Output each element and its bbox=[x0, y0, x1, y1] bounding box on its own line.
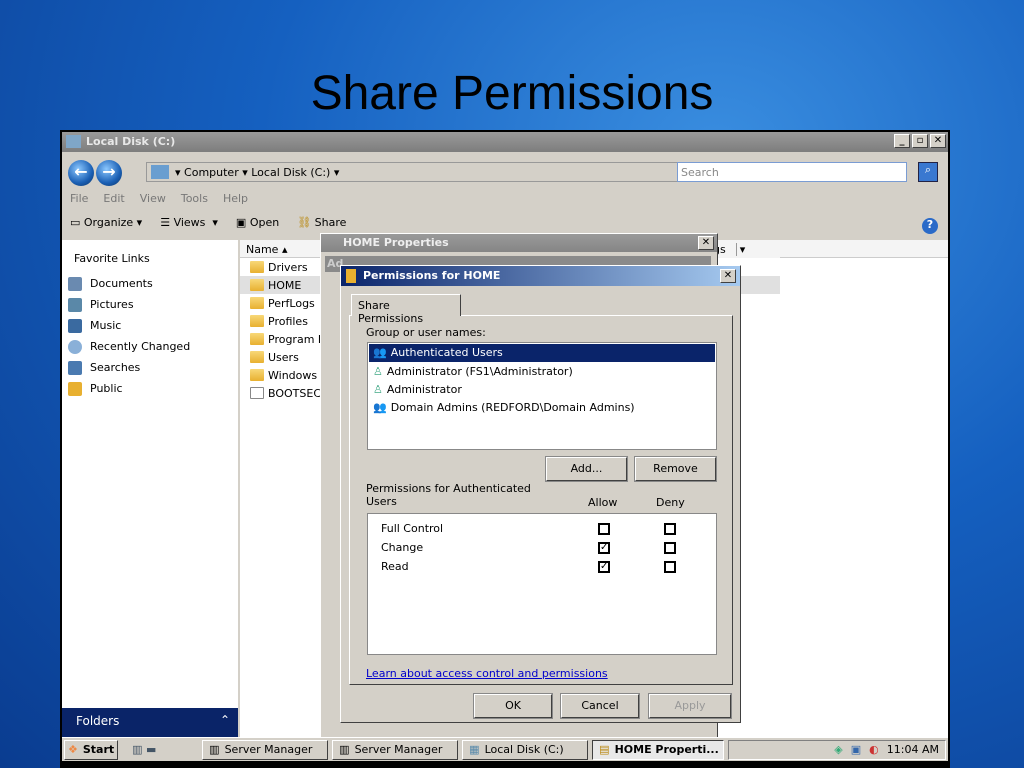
fav-documents[interactable]: Documents bbox=[62, 273, 238, 294]
menu-help[interactable]: Help bbox=[223, 192, 248, 205]
search-input[interactable]: Search bbox=[677, 162, 907, 182]
system-tray: ◈ ▣ ◐ 11:04 AM bbox=[728, 739, 946, 760]
menu-edit[interactable]: Edit bbox=[103, 192, 124, 205]
close-button[interactable]: ✕ bbox=[698, 236, 714, 250]
drive-icon: ▦ bbox=[469, 743, 480, 756]
close-button[interactable]: ✕ bbox=[720, 269, 736, 283]
window-title: Local Disk (C:) bbox=[86, 135, 176, 148]
share-icon: ▤ bbox=[599, 743, 610, 756]
user-item[interactable]: ♙ Administrator bbox=[368, 381, 716, 399]
deny-header: Deny bbox=[656, 496, 685, 509]
quick-launch-icons[interactable]: ▥ ▬ bbox=[122, 743, 172, 756]
chevron-up-icon: ⌃ bbox=[219, 713, 230, 727]
learn-more-link[interactable]: Learn about access control and permissio… bbox=[366, 667, 608, 680]
deny-checkbox[interactable] bbox=[664, 561, 676, 573]
permission-name: Change bbox=[381, 541, 424, 554]
pictures-icon bbox=[68, 297, 82, 312]
folder-icon bbox=[346, 269, 356, 283]
share-button[interactable]: ⛓ Share bbox=[297, 216, 346, 229]
apply-button[interactable]: Apply bbox=[648, 693, 732, 719]
address-bar[interactable]: ▾ Computer ▾ Local Disk (C:) ▾ ▾ bbox=[146, 162, 737, 182]
permissions-dialog: Permissions for HOME ✕ Share Permissions… bbox=[340, 265, 741, 723]
recent-icon bbox=[68, 339, 82, 354]
permission-row: Change ✓ bbox=[368, 539, 716, 557]
taskbar: ❖ Start ▥ ▬ ▥ Server Manager ▥ Server Manag… bbox=[62, 737, 948, 761]
network-icon: ▣ bbox=[850, 743, 862, 756]
home-properties-titlebar[interactable]: HOME Properties bbox=[321, 234, 717, 252]
allow-checkbox[interactable]: ✓ bbox=[598, 561, 610, 573]
user-item[interactable]: 👥 Domain Admins (REDFORD\Domain Admins) bbox=[368, 399, 716, 417]
allow-header: Allow bbox=[588, 496, 618, 509]
tab-share-permissions[interactable]: Share Permissions bbox=[351, 294, 461, 325]
task-server-manager-2[interactable]: ▥ Server Manager bbox=[332, 739, 459, 760]
cancel-button[interactable]: Cancel bbox=[560, 693, 640, 719]
user-icon: ♙ bbox=[373, 383, 383, 396]
drive-icon bbox=[66, 135, 81, 148]
menu-file[interactable]: File bbox=[70, 192, 88, 205]
back-button[interactable]: ← bbox=[68, 160, 94, 186]
explorer-titlebar[interactable]: Local Disk (C:) _ ▫ ✕ bbox=[62, 132, 948, 152]
favorites-header: Favorite Links bbox=[74, 252, 150, 265]
permissions-titlebar[interactable]: Permissions for HOME bbox=[341, 266, 740, 286]
allow-checkbox[interactable]: ✓ bbox=[598, 542, 610, 554]
deny-checkbox[interactable] bbox=[664, 542, 676, 554]
computer-icon bbox=[151, 165, 169, 179]
windows-logo-icon: ❖ bbox=[68, 743, 78, 756]
restore-button[interactable]: ▫ bbox=[912, 134, 928, 148]
permission-name: Full Control bbox=[381, 522, 444, 535]
music-icon bbox=[68, 318, 82, 333]
task-home-properties[interactable]: ▤ HOME Properti... bbox=[592, 739, 725, 760]
deny-checkbox[interactable] bbox=[664, 523, 676, 535]
menu-tools[interactable]: Tools bbox=[181, 192, 208, 205]
task-local-disk[interactable]: ▦ Local Disk (C:) bbox=[462, 739, 589, 760]
column-header-tags[interactable]: gs ▾ bbox=[710, 240, 780, 258]
server-manager-icon: ▥ bbox=[339, 743, 350, 756]
search-icon[interactable]: ⌕ bbox=[918, 162, 938, 182]
open-button[interactable]: ▣ Open bbox=[236, 216, 279, 229]
share-icon: ⛓ bbox=[297, 216, 312, 229]
fav-searches[interactable]: Searches bbox=[62, 357, 238, 378]
fav-pictures[interactable]: Pictures bbox=[62, 294, 238, 315]
menu-view[interactable]: View bbox=[140, 192, 166, 205]
user-item-selected[interactable]: 👥 Authenticated Users bbox=[369, 344, 715, 362]
group-label: Group or user names: bbox=[366, 326, 486, 339]
user-icon: ♙ bbox=[373, 365, 383, 378]
permission-row: Full Control bbox=[368, 520, 716, 538]
forward-button[interactable]: → bbox=[96, 160, 122, 186]
minimize-button[interactable]: _ bbox=[894, 134, 910, 148]
user-item[interactable]: ♙ Administrator (FS1\Administrator) bbox=[368, 363, 716, 381]
slide-title: Share Permissions bbox=[310, 67, 714, 120]
folder-icon bbox=[68, 381, 82, 396]
permissions-label: Permissions for Authenticated Users bbox=[366, 482, 531, 508]
permission-name: Read bbox=[381, 560, 409, 573]
breadcrumb-local-disk[interactable]: Local Disk (C:) bbox=[251, 166, 330, 179]
group-icon: 👥 bbox=[373, 401, 387, 414]
remove-button[interactable]: Remove bbox=[634, 456, 717, 482]
breadcrumb-computer[interactable]: Computer bbox=[184, 166, 239, 179]
add-button[interactable]: Add... bbox=[545, 456, 628, 482]
fav-recently-changed[interactable]: Recently Changed bbox=[62, 336, 238, 357]
permission-row: Read ✓ bbox=[368, 558, 716, 576]
fav-music[interactable]: Music bbox=[62, 315, 238, 336]
searches-icon bbox=[68, 360, 82, 375]
allow-checkbox[interactable] bbox=[598, 523, 610, 535]
ok-button[interactable]: OK bbox=[473, 693, 553, 719]
permissions-list: Full Control Change ✓ Read ✓ bbox=[367, 513, 717, 655]
clock[interactable]: 11:04 AM bbox=[887, 743, 939, 756]
documents-icon bbox=[68, 276, 82, 291]
task-server-manager[interactable]: ▥ Server Manager bbox=[202, 739, 329, 760]
group-icon: 👥 bbox=[373, 346, 387, 359]
navigation-pane: Favorite Links Documents Pictures Music … bbox=[62, 240, 238, 708]
security-icon: ◈ bbox=[834, 743, 843, 756]
organize-button[interactable]: ▭ Organize ▾ bbox=[70, 216, 142, 229]
views-button[interactable]: ☰ Views ▾ bbox=[160, 216, 218, 229]
server-manager-icon: ▥ bbox=[209, 743, 220, 756]
volume-icon: ◐ bbox=[869, 743, 879, 756]
start-button[interactable]: ❖ Start bbox=[64, 739, 119, 760]
close-button[interactable]: ✕ bbox=[930, 134, 946, 148]
users-list[interactable]: 👥 Authenticated Users ♙ Administrator (FS1… bbox=[367, 342, 717, 450]
folders-bar[interactable]: Folders ⌃ bbox=[62, 708, 238, 737]
fav-public[interactable]: Public bbox=[62, 378, 238, 399]
help-icon[interactable]: ? bbox=[922, 218, 938, 234]
